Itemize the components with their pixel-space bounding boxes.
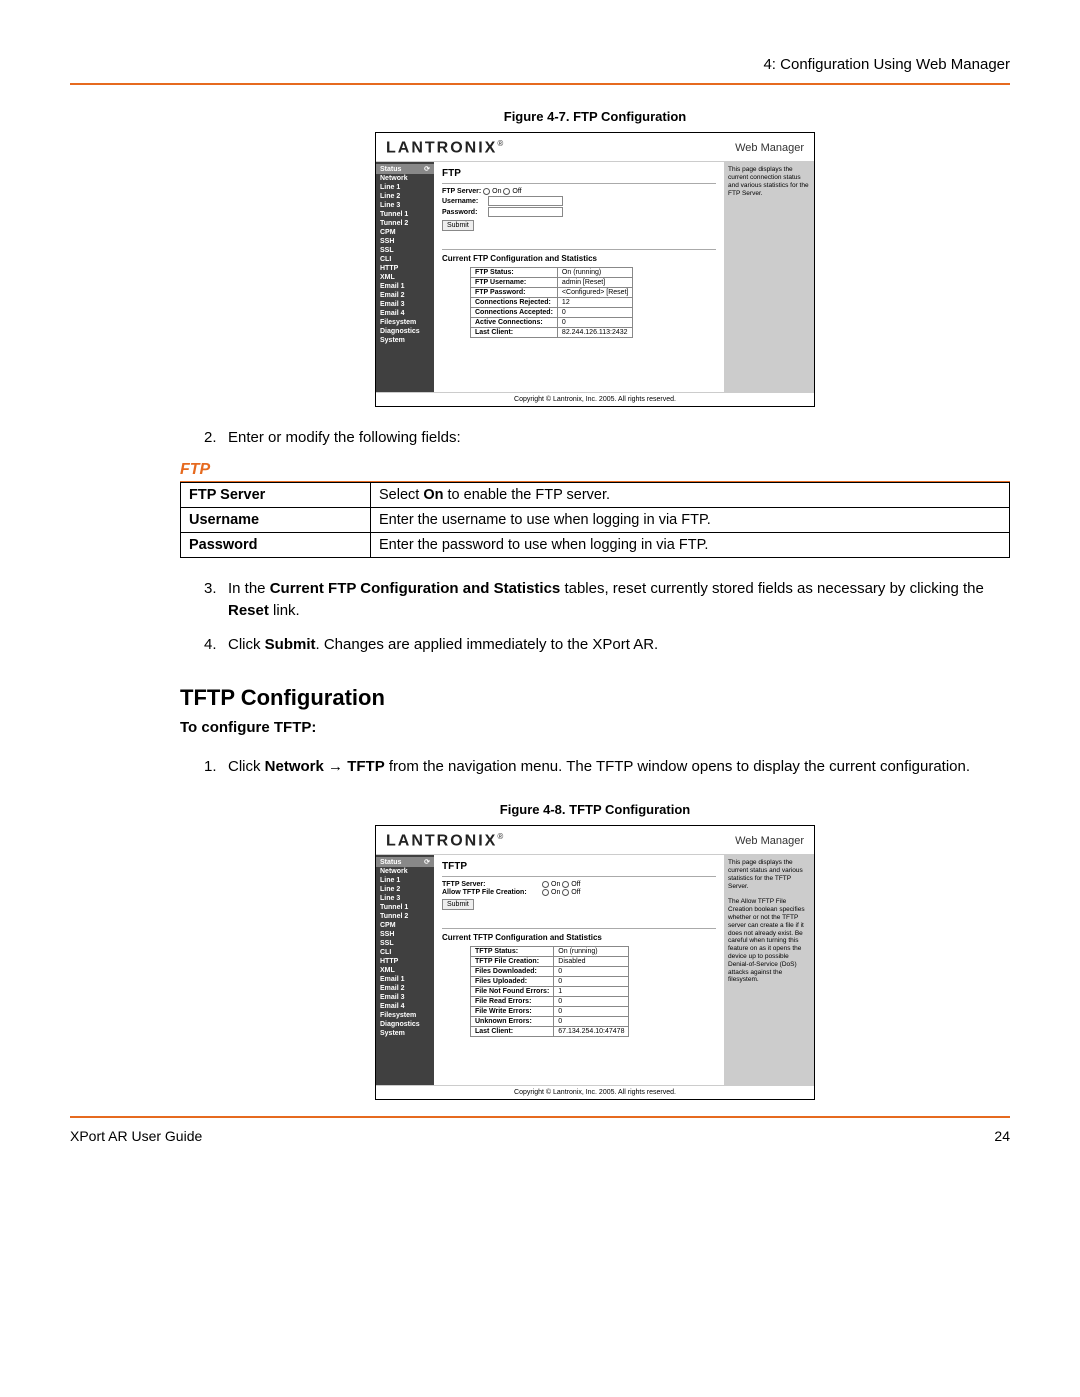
figure-caption-2: Figure 4-8. TFTP Configuration xyxy=(180,802,1010,817)
stats-table: TFTP Status:On (running)TFTP File Creati… xyxy=(470,946,629,1037)
sidebar-item[interactable]: Tunnel 1 xyxy=(376,210,434,219)
sidebar-item[interactable]: Diagnostics xyxy=(376,327,434,336)
radio-off[interactable] xyxy=(503,188,510,195)
footer-page: 24 xyxy=(994,1128,1010,1144)
sidebar-item[interactable]: Line 2 xyxy=(376,192,434,201)
sidebar-item[interactable]: System xyxy=(376,336,434,345)
radio-on[interactable] xyxy=(542,881,549,888)
panel-title: TFTP xyxy=(442,861,716,872)
sidebar-item[interactable]: Email 1 xyxy=(376,282,434,291)
sidebar-item[interactable]: SSH xyxy=(376,237,434,246)
sidebar-item[interactable]: Email 1 xyxy=(376,975,434,984)
sidebar-item[interactable]: Email 2 xyxy=(376,984,434,993)
web-manager-label: Web Manager xyxy=(735,142,804,154)
sidebar-item[interactable]: Status⟳ xyxy=(376,164,434,174)
sidebar-item[interactable]: Diagnostics xyxy=(376,1020,434,1029)
sidebar-item[interactable]: Filesystem xyxy=(376,318,434,327)
copyright: Copyright © Lantronix, Inc. 2005. All ri… xyxy=(376,392,814,406)
subheading-tftp: To configure TFTP: xyxy=(180,719,1010,736)
sidebar-item[interactable]: HTTP xyxy=(376,264,434,273)
radio-on[interactable] xyxy=(483,188,490,195)
sidebar-item[interactable]: CLI xyxy=(376,255,434,264)
sidebar-item[interactable]: Line 3 xyxy=(376,201,434,210)
password-input[interactable] xyxy=(488,207,563,217)
screenshot-ftp: LANTRONIX® Web Manager Status⟳NetworkLin… xyxy=(375,132,815,407)
field-table: FTP ServerSelect On to enable the FTP se… xyxy=(180,482,1010,558)
sidebar-item[interactable]: Tunnel 2 xyxy=(376,912,434,921)
sidebar-item[interactable]: CPM xyxy=(376,228,434,237)
heading-tftp: TFTP Configuration xyxy=(180,685,1010,711)
sidebar-item[interactable]: SSL xyxy=(376,939,434,948)
screenshot-tftp: LANTRONIX® Web Manager Status⟳NetworkLin… xyxy=(375,825,815,1100)
sidebar-item[interactable]: Line 2 xyxy=(376,885,434,894)
sidebar-item[interactable]: XML xyxy=(376,273,434,282)
sidebar-item[interactable]: Line 1 xyxy=(376,876,434,885)
step-2: Enter or modify the following fields: xyxy=(228,427,461,449)
sidebar-item[interactable]: Network xyxy=(376,174,434,183)
sidebar-item[interactable]: Line 3 xyxy=(376,894,434,903)
help-panel: This page displays the current connectio… xyxy=(724,162,814,392)
stats-table: FTP Status:On (running)FTP Username:admi… xyxy=(470,267,633,338)
sidebar-item[interactable]: Email 3 xyxy=(376,993,434,1002)
sidebar-item[interactable]: XML xyxy=(376,966,434,975)
sidebar-item[interactable]: HTTP xyxy=(376,957,434,966)
sidebar-item[interactable]: Line 1 xyxy=(376,183,434,192)
username-label: Username: xyxy=(442,198,488,205)
sidebar-item[interactable]: Network xyxy=(376,867,434,876)
brand-logo: LANTRONIX® xyxy=(386,139,505,157)
radio-off[interactable] xyxy=(562,889,569,896)
step-3: In the Current FTP Configuration and Sta… xyxy=(228,578,1010,622)
sidebar-item[interactable]: Email 4 xyxy=(376,309,434,318)
brand-logo: LANTRONIX® xyxy=(386,832,505,850)
ftp-server-label: FTP Server: xyxy=(442,188,481,195)
sidebar-item[interactable]: CPM xyxy=(376,921,434,930)
sidebar-item[interactable]: Email 2 xyxy=(376,291,434,300)
submit-button[interactable]: Submit xyxy=(442,899,474,910)
username-input[interactable] xyxy=(488,196,563,206)
sidebar-item[interactable]: Email 3 xyxy=(376,300,434,309)
page-header: 4: Configuration Using Web Manager xyxy=(70,56,1010,77)
sidebar-item[interactable]: Status⟳ xyxy=(376,857,434,867)
stats-heading: Current TFTP Configuration and Statistic… xyxy=(442,933,716,942)
sidebar-item[interactable]: CLI xyxy=(376,948,434,957)
web-manager-label: Web Manager xyxy=(735,835,804,847)
footer-guide: XPort AR User Guide xyxy=(70,1128,202,1144)
stats-heading: Current FTP Configuration and Statistics xyxy=(442,254,716,263)
sidebar-item[interactable]: System xyxy=(376,1029,434,1038)
step-4: Click Submit. Changes are applied immedi… xyxy=(228,634,658,656)
sidebar-item[interactable]: SSH xyxy=(376,930,434,939)
section-ftp: FTP xyxy=(180,461,1010,482)
header-rule xyxy=(70,83,1010,85)
tftp-step-1: Click Network → TFTP from the navigation… xyxy=(228,756,970,778)
sidebar-item[interactable]: Tunnel 1 xyxy=(376,903,434,912)
radio-on[interactable] xyxy=(542,889,549,896)
figure-caption-1: Figure 4-7. FTP Configuration xyxy=(180,109,1010,124)
tftp-allow-label: Allow TFTP File Creation: xyxy=(442,889,542,896)
panel-title: FTP xyxy=(442,168,716,179)
copyright: Copyright © Lantronix, Inc. 2005. All ri… xyxy=(376,1085,814,1099)
tftp-server-label: TFTP Server: xyxy=(442,881,542,888)
radio-off[interactable] xyxy=(562,881,569,888)
sidebar-nav: Status⟳NetworkLine 1Line 2Line 3Tunnel 1… xyxy=(376,162,434,392)
sidebar-item[interactable]: Tunnel 2 xyxy=(376,219,434,228)
sidebar-item[interactable]: Email 4 xyxy=(376,1002,434,1011)
sidebar-item[interactable]: SSL xyxy=(376,246,434,255)
footer-rule xyxy=(70,1116,1010,1118)
password-label: Password: xyxy=(442,209,488,216)
sidebar-item[interactable]: Filesystem xyxy=(376,1011,434,1020)
help-panel: This page displays the current status an… xyxy=(724,855,814,1085)
sidebar-nav: Status⟳NetworkLine 1Line 2Line 3Tunnel 1… xyxy=(376,855,434,1085)
submit-button[interactable]: Submit xyxy=(442,220,474,231)
